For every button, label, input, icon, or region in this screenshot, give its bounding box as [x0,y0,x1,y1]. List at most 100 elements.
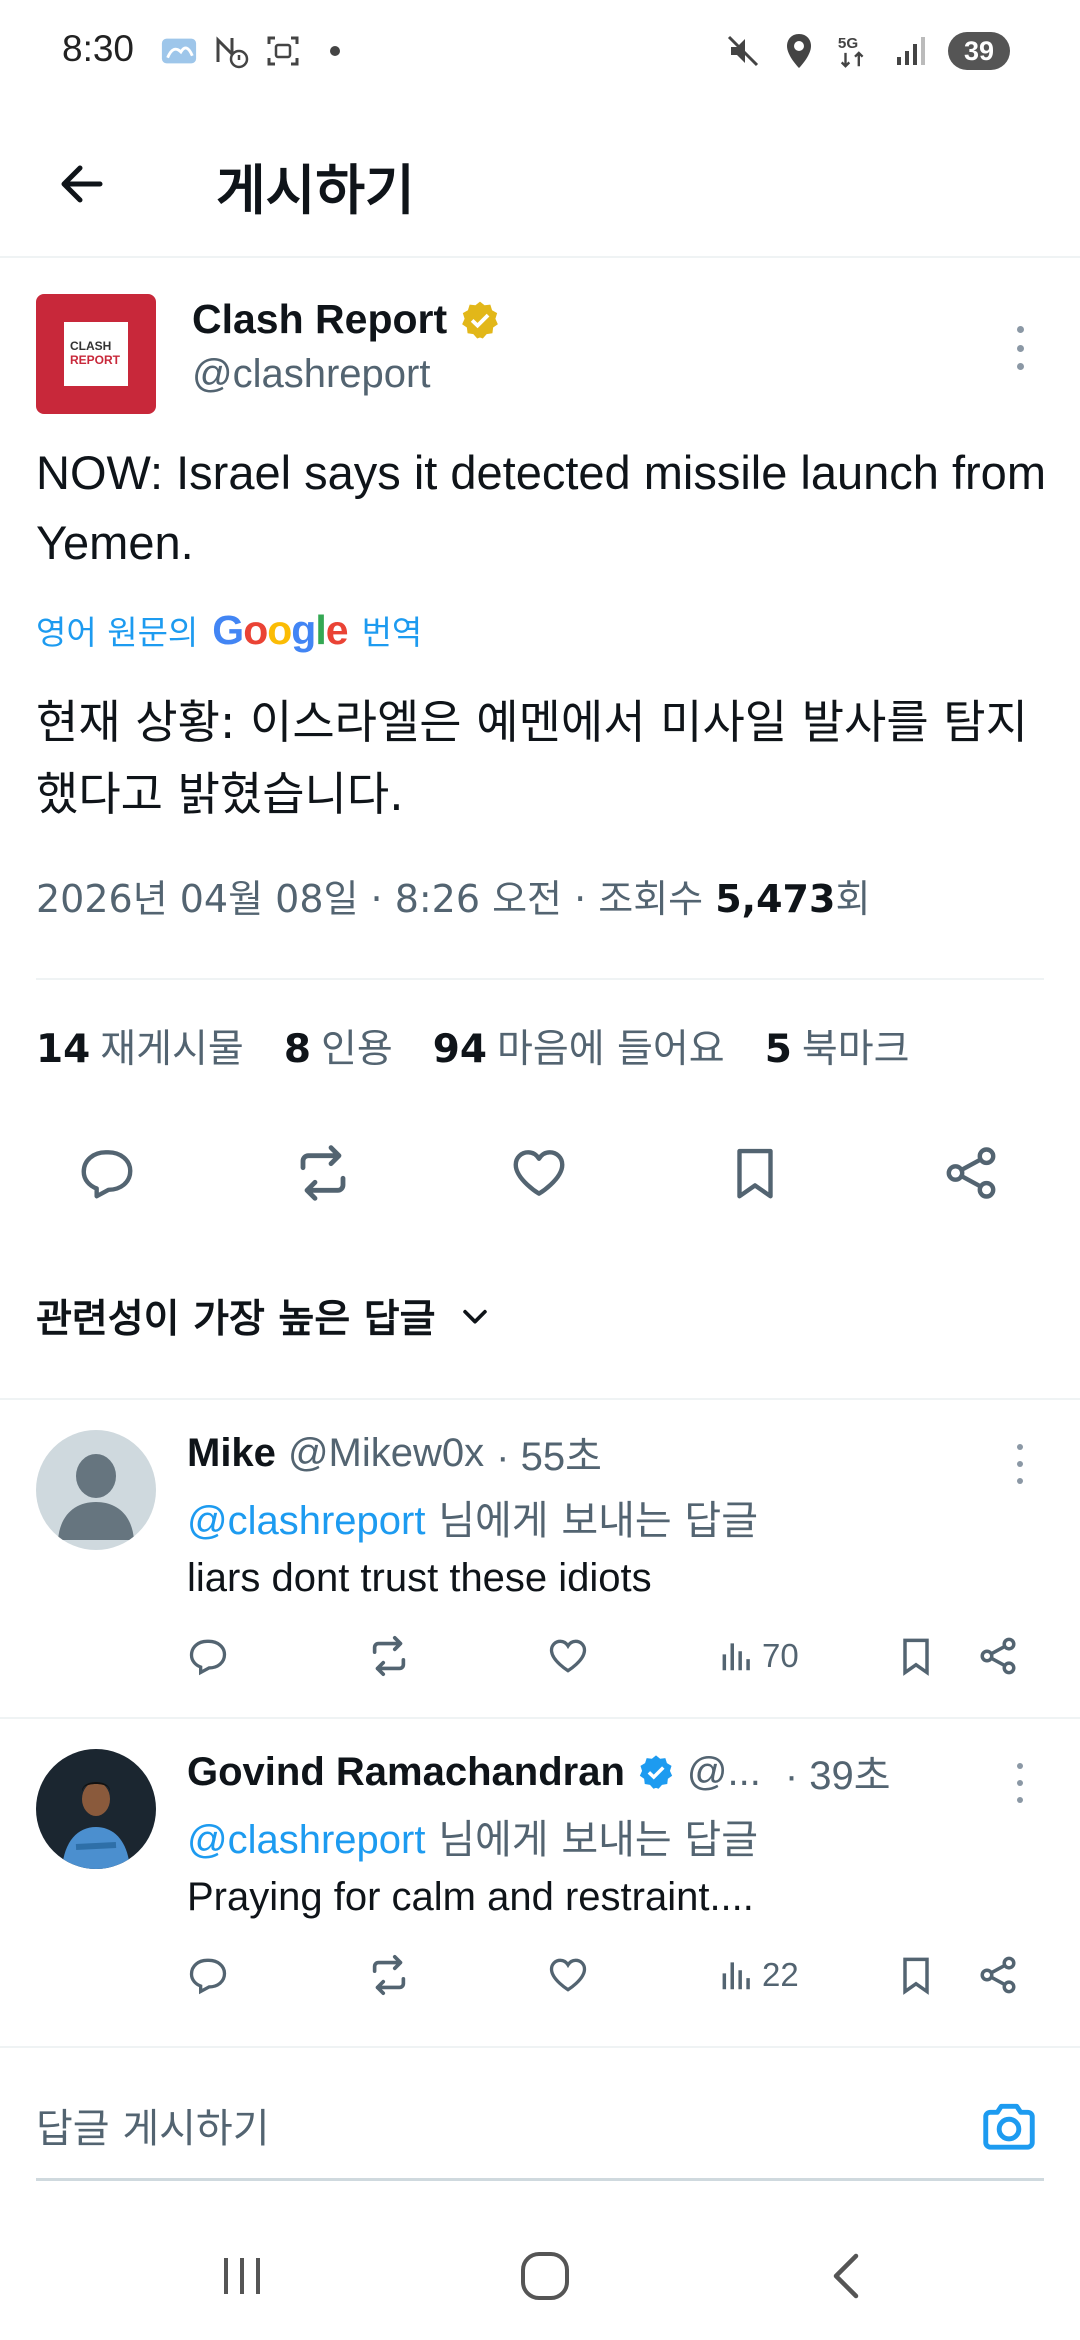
system-icons: 5G 39 [724,32,1010,70]
translate-prefix: 영어 원문의 [36,613,199,652]
home-icon [521,2252,569,2300]
system-back-button[interactable] [808,2236,888,2316]
nfc-timer-icon [212,32,250,70]
bookmark-button[interactable] [894,1628,938,1684]
reply-input[interactable]: 답글 게시하기 [36,2096,270,2154]
reply-view-count: 70 [762,1637,799,1674]
network-5g-icon: 5G [836,32,874,70]
divider [36,978,1044,980]
author-avatar[interactable]: CLASH REPORT [36,294,156,414]
more-options-icon[interactable] [1000,1759,1040,1807]
reply-item[interactable]: Govind Ramachandran @... · 39초 @clashrep… [0,1719,1080,2037]
bookmark-button[interactable] [720,1138,790,1208]
status-time: 8:30 [62,28,135,69]
views-button[interactable]: 70 [718,1628,799,1684]
reply-button[interactable] [72,1138,142,1208]
stat-quotes[interactable]: 8 인용 [284,1018,393,1074]
reply-author-handle[interactable]: @... [687,1750,761,1795]
bar-chart-icon [722,1962,750,1990]
recent-apps-button[interactable] [202,2236,282,2316]
post-meta: 2026년 04월 08일 · 8:26 오전 · 조회수 5,473회 [36,868,870,923]
post-actions [0,1116,1080,1226]
views-button[interactable]: 22 [718,1947,799,2003]
home-button[interactable] [505,2236,585,2316]
repost-button[interactable] [366,1947,412,2003]
battery-icon: 39 [948,32,1010,70]
location-icon [780,32,818,70]
input-underline [36,2178,1044,2181]
bookmark-button[interactable] [894,1947,938,2003]
stat-reposts[interactable]: 14 재게시물 [36,1018,244,1074]
more-notifications-dot [316,32,354,70]
reply-time: · 39초 [784,1754,891,1798]
engagement-stats: 14 재게시물 8 인용 94 마음에 들어요 5 북마크 [36,1018,909,1074]
repost-button[interactable] [288,1138,358,1208]
stat-likes[interactable]: 94 마음에 들어요 [433,1018,725,1074]
share-button[interactable] [976,1628,1020,1684]
author-handle[interactable]: @clashreport [192,352,430,397]
reply-icon [81,1150,133,1199]
bar-chart-icon [722,1643,750,1671]
repost-icon [300,1145,346,1201]
reply-author-name[interactable]: Mike [187,1431,276,1476]
verified-badge-icon [462,301,499,339]
like-button[interactable] [546,1947,590,2003]
view-count: 5,473 [715,877,836,921]
system-nav-bar [0,2200,1080,2340]
heart-icon [549,1639,587,1673]
share-button[interactable] [936,1138,1006,1208]
stat-bookmarks[interactable]: 5 북마크 [765,1018,910,1074]
reply-time: · 55초 [496,1435,602,1479]
more-options-icon[interactable] [1000,320,1040,376]
reply-view-count: 22 [762,1956,799,1993]
reply-icon [189,1958,227,1995]
reply-avatar-photo[interactable] [36,1749,156,1869]
mute-icon [724,32,762,70]
reply-composer: 답글 게시하기 [0,2046,1080,2181]
translated-text: 현재 상황: 이스라엘은 예멘에서 미사일 발사를 탐지했다고 밝혔습니다. [36,695,1028,821]
heart-icon [513,1150,565,1196]
reply-text: liars dont trust these idiots [187,1556,652,1600]
more-options-icon[interactable] [1000,1440,1040,1488]
google-logo: Google [212,606,348,653]
sort-label: 관련성이 가장 높은 답글 [36,1297,436,1342]
page-title: 게시하기 [216,159,415,222]
reply-button[interactable] [186,1628,230,1684]
post-text: NOW: Israel says it detected missile lau… [36,446,1046,569]
repost-icon [372,1635,406,1677]
reply-button[interactable] [186,1947,230,2003]
back-button[interactable] [46,148,118,220]
author-name[interactable]: Clash Report [192,296,501,343]
like-button[interactable] [504,1138,574,1208]
camera-icon [983,2103,1035,2150]
repost-button[interactable] [366,1628,412,1684]
like-button[interactable] [546,1628,590,1684]
reply-sort-dropdown[interactable]: 관련성이 가장 높은 답글 [36,1288,492,1344]
share-icon [980,1956,1016,1994]
mention-link[interactable]: @clashreport [187,1818,425,1862]
translate-link[interactable]: 영어 원문의 Google 번역 [36,606,422,654]
post-timestamp: 2026년 04월 08일 · 8:26 오전 · 조회수 [36,877,716,921]
svg-text:5G: 5G [838,35,858,52]
reply-author-name[interactable]: Govind Ramachandran [187,1750,625,1795]
reply-item[interactable]: Mike @Mikew0x · 55초 @clashreport 님에게 보내는… [0,1400,1080,1718]
weather-icon [160,32,198,70]
share-icon [946,1147,996,1199]
mention-link[interactable]: @clashreport [187,1499,425,1543]
reply-avatar-default[interactable] [36,1430,156,1550]
reply-author-handle[interactable]: @Mikew0x [288,1431,484,1476]
share-icon [980,1637,1016,1675]
avatar-logo-text: CLASH [70,339,112,353]
reply-header: Mike @Mikew0x · 55초 [187,1424,602,1482]
bookmark-icon [903,1638,929,1676]
author-name-text: Clash Report [192,296,448,342]
view-unit: 회 [835,877,871,921]
camera-button[interactable] [974,2092,1044,2162]
chevron-left-icon [833,2253,859,2299]
share-button[interactable] [976,1947,1020,2003]
avatar-logo-text: REPORT [70,353,121,367]
replying-to: @clashreport 님에게 보내는 답글 [187,1817,759,1863]
chevron-down-icon [462,1309,487,1324]
bookmark-icon [737,1148,773,1199]
replying-to: @clashreport 님에게 보내는 답글 [187,1498,759,1544]
